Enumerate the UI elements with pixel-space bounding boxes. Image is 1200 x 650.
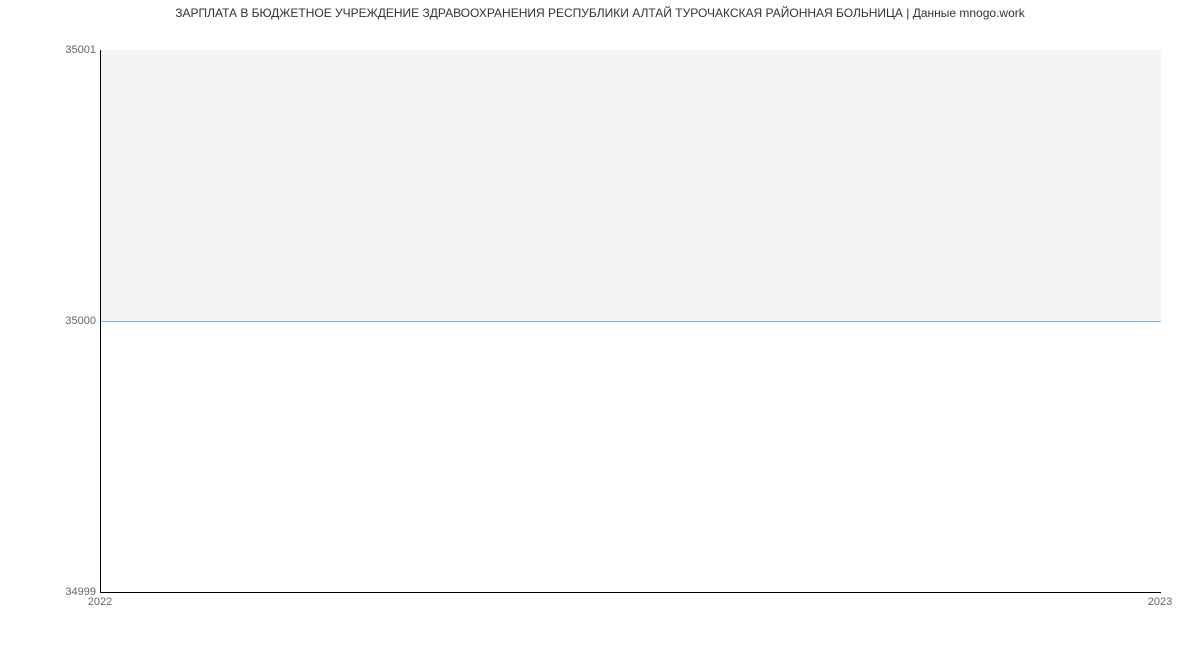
y-tick-mid: 35000 <box>65 315 96 327</box>
x-tick-end: 2023 <box>1148 596 1172 608</box>
x-tick-start: 2022 <box>88 596 112 608</box>
plot-area <box>100 50 1161 593</box>
area-fill <box>101 50 1161 321</box>
salary-chart: ЗАРПЛАТА В БЮДЖЕТНОЕ УЧРЕЖДЕНИЕ ЗДРАВООХ… <box>0 0 1200 650</box>
series-line <box>101 321 1161 322</box>
y-tick-max: 35001 <box>65 44 96 56</box>
chart-title: ЗАРПЛАТА В БЮДЖЕТНОЕ УЧРЕЖДЕНИЕ ЗДРАВООХ… <box>0 6 1200 20</box>
